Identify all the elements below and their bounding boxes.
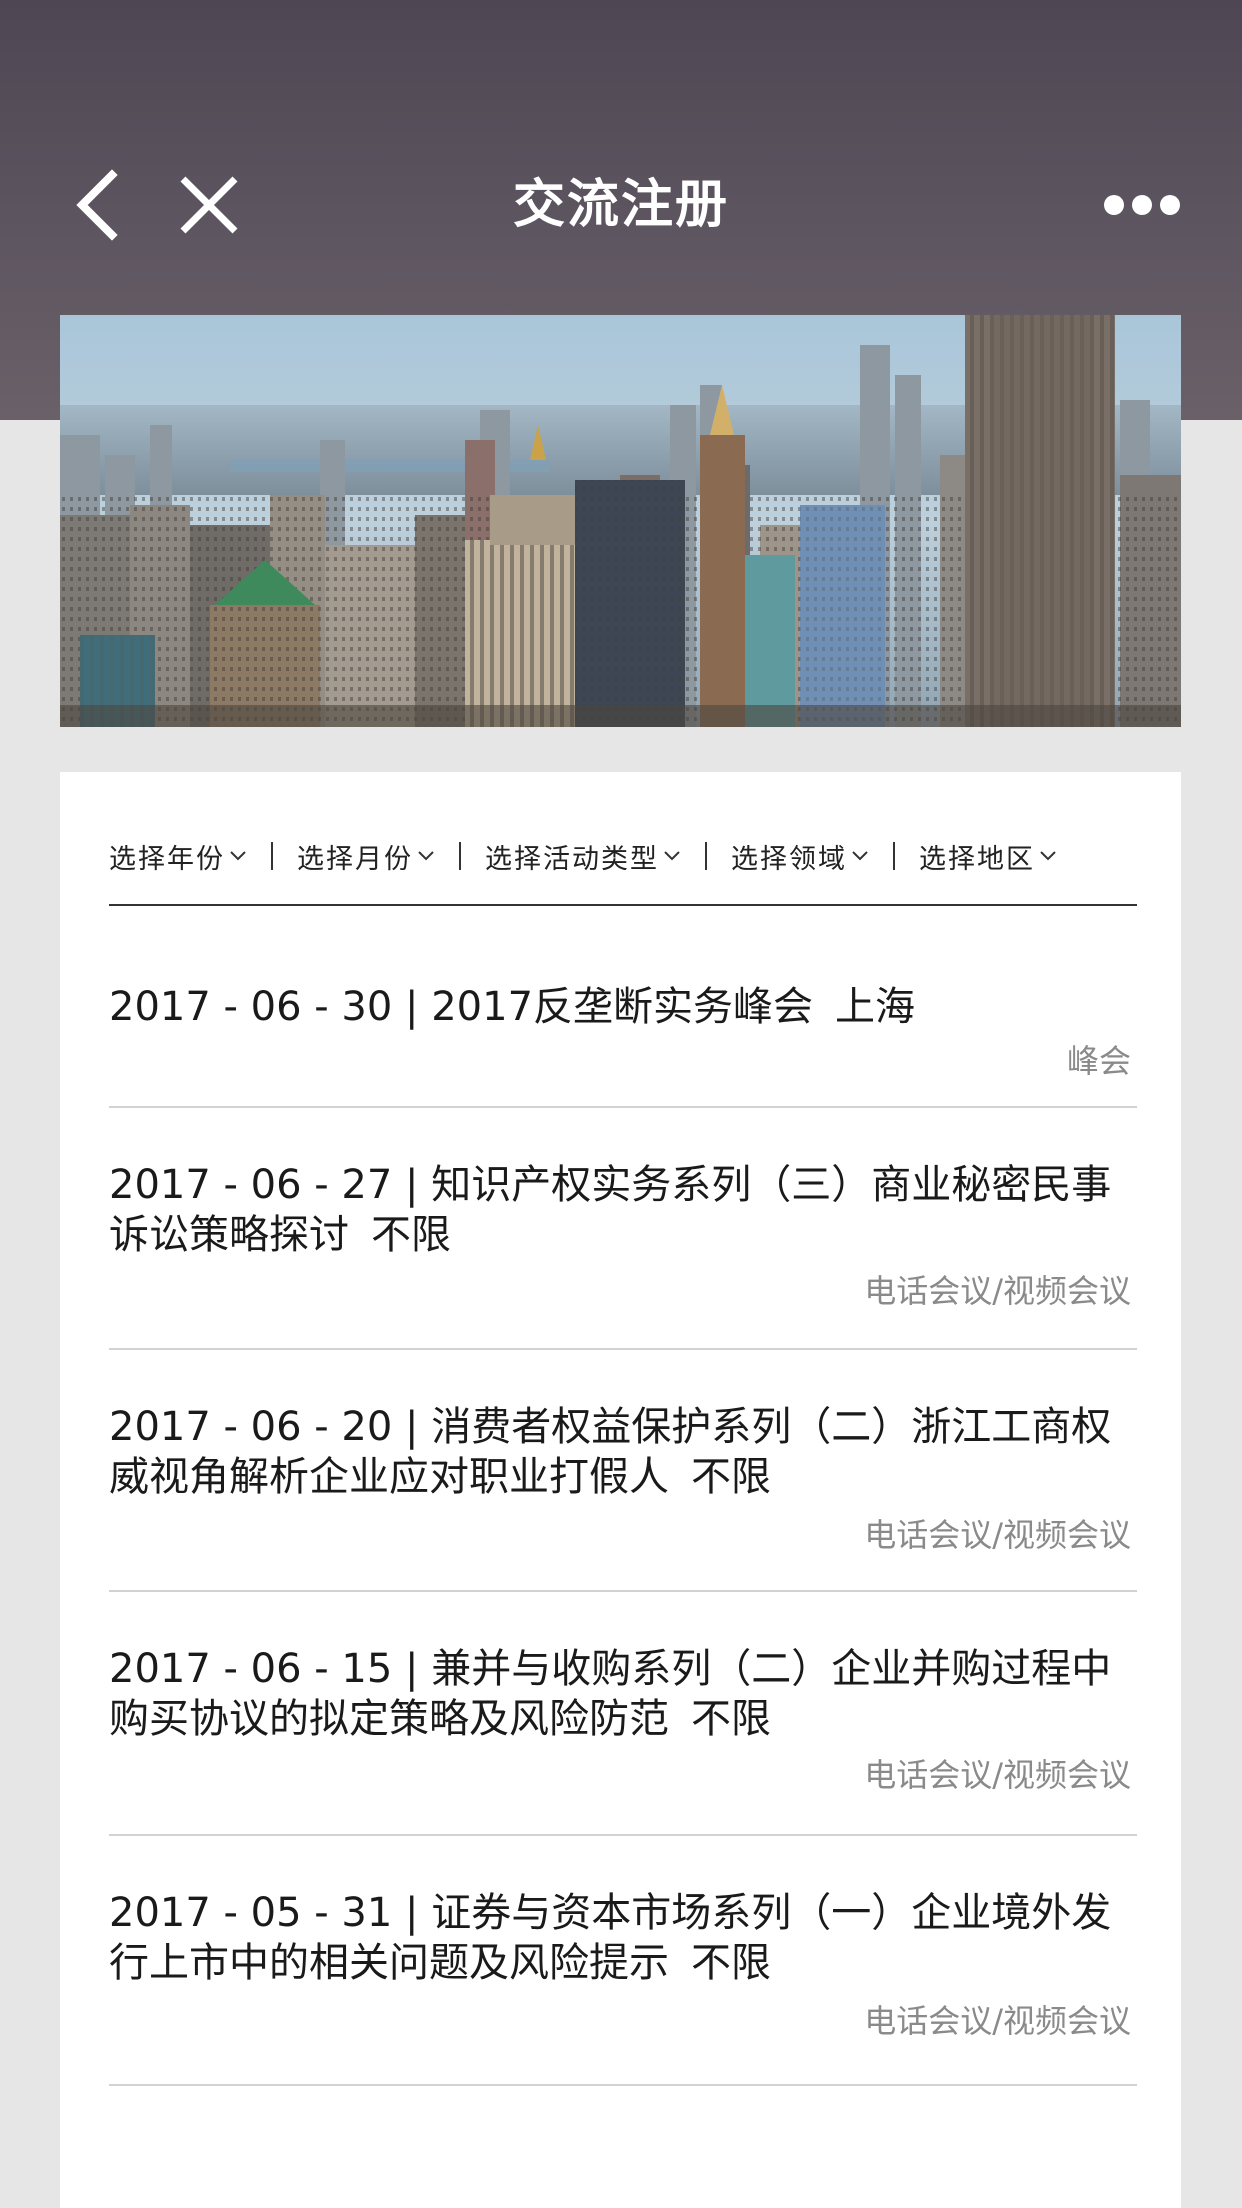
chevron-down-icon — [664, 851, 680, 861]
city-skyline-banner — [60, 315, 1181, 727]
event-type: 峰会 — [1066, 1042, 1131, 1080]
event-type: 电话会议/视频会议 — [864, 1756, 1131, 1794]
event-date: 2017 - 06 - 30 — [109, 984, 393, 1030]
event-type: 电话会议/视频会议 — [864, 2002, 1131, 2040]
filter-field[interactable]: 选择领域 — [731, 837, 869, 876]
filter-region-label: 选择地区 — [919, 843, 1035, 875]
page-title: 交流注册 — [512, 175, 729, 235]
event-item[interactable]: 2017 - 06 - 30 | 2017反垄断实务峰会 上海 峰会 — [109, 906, 1137, 1108]
event-list: 2017 - 06 - 30 | 2017反垄断实务峰会 上海 峰会 2017 -… — [109, 906, 1149, 2086]
event-location: 不限 — [691, 1696, 771, 1742]
content-card: 选择年份 选择月份 选择活动类型 选择领域 选择地区 2017 - 06 - 3… — [60, 772, 1181, 2208]
more-button[interactable] — [1092, 160, 1192, 250]
event-title: 2017 - 06 - 15 | 兼并与收购系列（二）企业并购过程中购买协议的拟… — [109, 1646, 1112, 1742]
event-location: 不限 — [371, 1212, 451, 1258]
event-name: 2017反垄断实务峰会 — [431, 984, 814, 1030]
filter-month-label: 选择月份 — [297, 843, 413, 875]
event-item[interactable]: 2017 - 06 - 15 | 兼并与收购系列（二）企业并购过程中购买协议的拟… — [109, 1592, 1137, 1836]
screen: 交流注册 选择年份 选择月份 选择活动类型 选择领域 选择地区 2017 - 0… — [0, 0, 1242, 2208]
event-date: 2017 - 06 - 27 — [109, 1162, 393, 1208]
filter-divider — [893, 842, 895, 870]
event-date: 2017 - 06 - 20 — [109, 1404, 393, 1450]
event-item[interactable]: 2017 - 06 - 27 | 知识产权实务系列（三）商业秘密民事诉讼策略探讨… — [109, 1108, 1137, 1350]
event-location: 上海 — [835, 984, 916, 1030]
event-date: 2017 - 06 - 15 — [109, 1646, 393, 1692]
event-title: 2017 - 06 - 30 | 2017反垄断实务峰会 上海 — [109, 984, 916, 1030]
filter-activity-type-label: 选择活动类型 — [485, 843, 659, 875]
event-type: 电话会议/视频会议 — [864, 1516, 1131, 1554]
filter-field-label: 选择领域 — [731, 843, 847, 875]
event-item[interactable]: 2017 - 06 - 20 | 消费者权益保护系列（二）浙江工商权威视角解析企… — [109, 1350, 1137, 1592]
nav-bar: 交流注册 — [0, 140, 1242, 260]
filter-year[interactable]: 选择年份 — [109, 837, 247, 876]
event-location: 不限 — [691, 1454, 771, 1500]
event-location: 不限 — [691, 1940, 771, 1986]
event-title: 2017 - 06 - 20 | 消费者权益保护系列（二）浙江工商权威视角解析企… — [109, 1404, 1112, 1500]
chevron-down-icon — [230, 851, 246, 861]
filter-region[interactable]: 选择地区 — [919, 837, 1057, 876]
event-type: 电话会议/视频会议 — [864, 1272, 1131, 1310]
filter-divider — [459, 842, 461, 870]
filter-bar: 选择年份 选择月份 选择活动类型 选择领域 选择地区 — [109, 808, 1137, 906]
more-dots-icon — [1104, 195, 1180, 215]
chevron-down-icon — [852, 851, 868, 861]
filter-divider — [705, 842, 707, 870]
filter-activity-type[interactable]: 选择活动类型 — [485, 837, 681, 876]
chevron-down-icon — [418, 851, 434, 861]
filter-year-label: 选择年份 — [109, 843, 225, 875]
chevron-down-icon — [1040, 851, 1056, 861]
filter-divider — [271, 842, 273, 870]
event-date: 2017 - 05 - 31 — [109, 1890, 393, 1936]
event-title: 2017 - 05 - 31 | 证券与资本市场系列（一）企业境外发行上市中的相… — [109, 1890, 1112, 1986]
filter-month[interactable]: 选择月份 — [297, 837, 435, 876]
event-title: 2017 - 06 - 27 | 知识产权实务系列（三）商业秘密民事诉讼策略探讨… — [109, 1162, 1112, 1258]
event-item[interactable]: 2017 - 05 - 31 | 证券与资本市场系列（一）企业境外发行上市中的相… — [109, 1836, 1137, 2086]
